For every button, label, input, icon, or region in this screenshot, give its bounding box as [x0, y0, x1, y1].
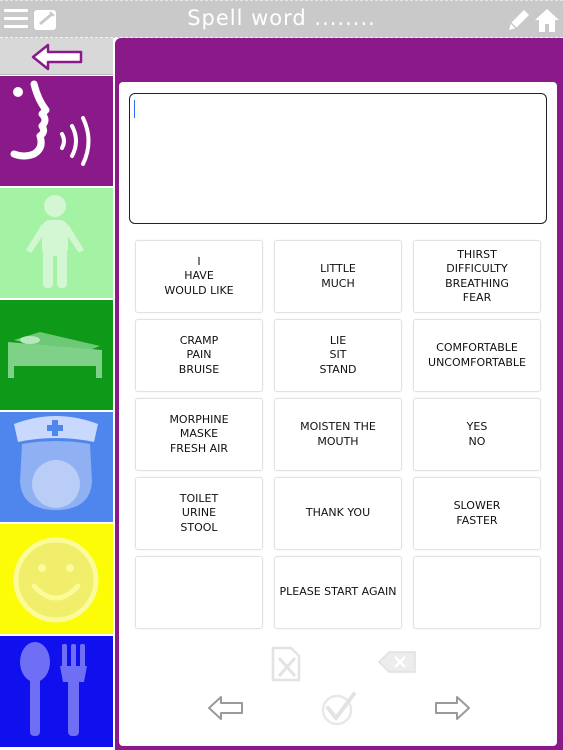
category-feelings[interactable]: [0, 524, 113, 636]
category-sidebar: [0, 76, 113, 749]
category-speech[interactable]: [0, 76, 113, 188]
home-icon[interactable]: [533, 6, 561, 34]
word-button-empty[interactable]: [135, 556, 263, 629]
pencil-icon[interactable]: [505, 6, 533, 34]
page-title: Spell word ........: [187, 6, 376, 30]
top-bar: Spell word ........: [0, 0, 563, 38]
word-button[interactable]: PLEASE START AGAIN: [274, 556, 402, 629]
main-panel: I HAVE WOULD LIKE LITTLE MUCH THIRST DIF…: [115, 38, 563, 750]
arrow-left-icon: [31, 43, 83, 71]
message-input[interactable]: [129, 93, 547, 224]
back-button[interactable]: 1: [0, 38, 113, 75]
arrow-left-icon[interactable]: [207, 694, 245, 726]
arrow-right-icon[interactable]: [433, 694, 471, 726]
person-icon: [26, 195, 84, 288]
word-button[interactable]: MOISTEN THE MOUTH: [274, 398, 402, 471]
category-food[interactable]: [0, 636, 113, 749]
word-button-empty[interactable]: [413, 556, 541, 629]
clear-icon[interactable]: [267, 644, 307, 688]
category-nurse[interactable]: [0, 412, 113, 524]
category-bed[interactable]: [0, 300, 113, 412]
word-button[interactable]: CRAMP PAIN BRUISE: [135, 319, 263, 392]
word-grid: I HAVE WOULD LIKE LITTLE MUCH THIRST DIF…: [135, 240, 541, 629]
cutlery-icon: [20, 642, 87, 736]
nurse-icon: [14, 416, 98, 510]
word-button[interactable]: THANK YOU: [274, 477, 402, 550]
content-area: I HAVE WOULD LIKE LITTLE MUCH THIRST DIF…: [119, 82, 557, 746]
text-caret: [134, 100, 135, 118]
word-button[interactable]: LITTLE MUCH: [274, 240, 402, 313]
speaking-face-icon: [10, 80, 91, 166]
category-person[interactable]: [0, 188, 113, 300]
word-button[interactable]: COMFORTABLE UNCOMFORTABLE: [413, 319, 541, 392]
word-button[interactable]: MORPHINE MASKE FRESH AIR: [135, 398, 263, 471]
word-button[interactable]: THIRST DIFFICULTY BREATHING FEAR: [413, 240, 541, 313]
bed-icon: [8, 332, 102, 378]
word-button[interactable]: YES NO: [413, 398, 541, 471]
word-button[interactable]: LIE SIT STAND: [274, 319, 402, 392]
check-icon[interactable]: [320, 690, 358, 730]
page-number: 1: [43, 50, 50, 61]
backspace-icon[interactable]: [377, 649, 417, 679]
word-button[interactable]: SLOWER FASTER: [413, 477, 541, 550]
word-button[interactable]: I HAVE WOULD LIKE: [135, 240, 263, 313]
word-button[interactable]: TOILET URINE STOOL: [135, 477, 263, 550]
smiley-icon: [13, 537, 99, 623]
